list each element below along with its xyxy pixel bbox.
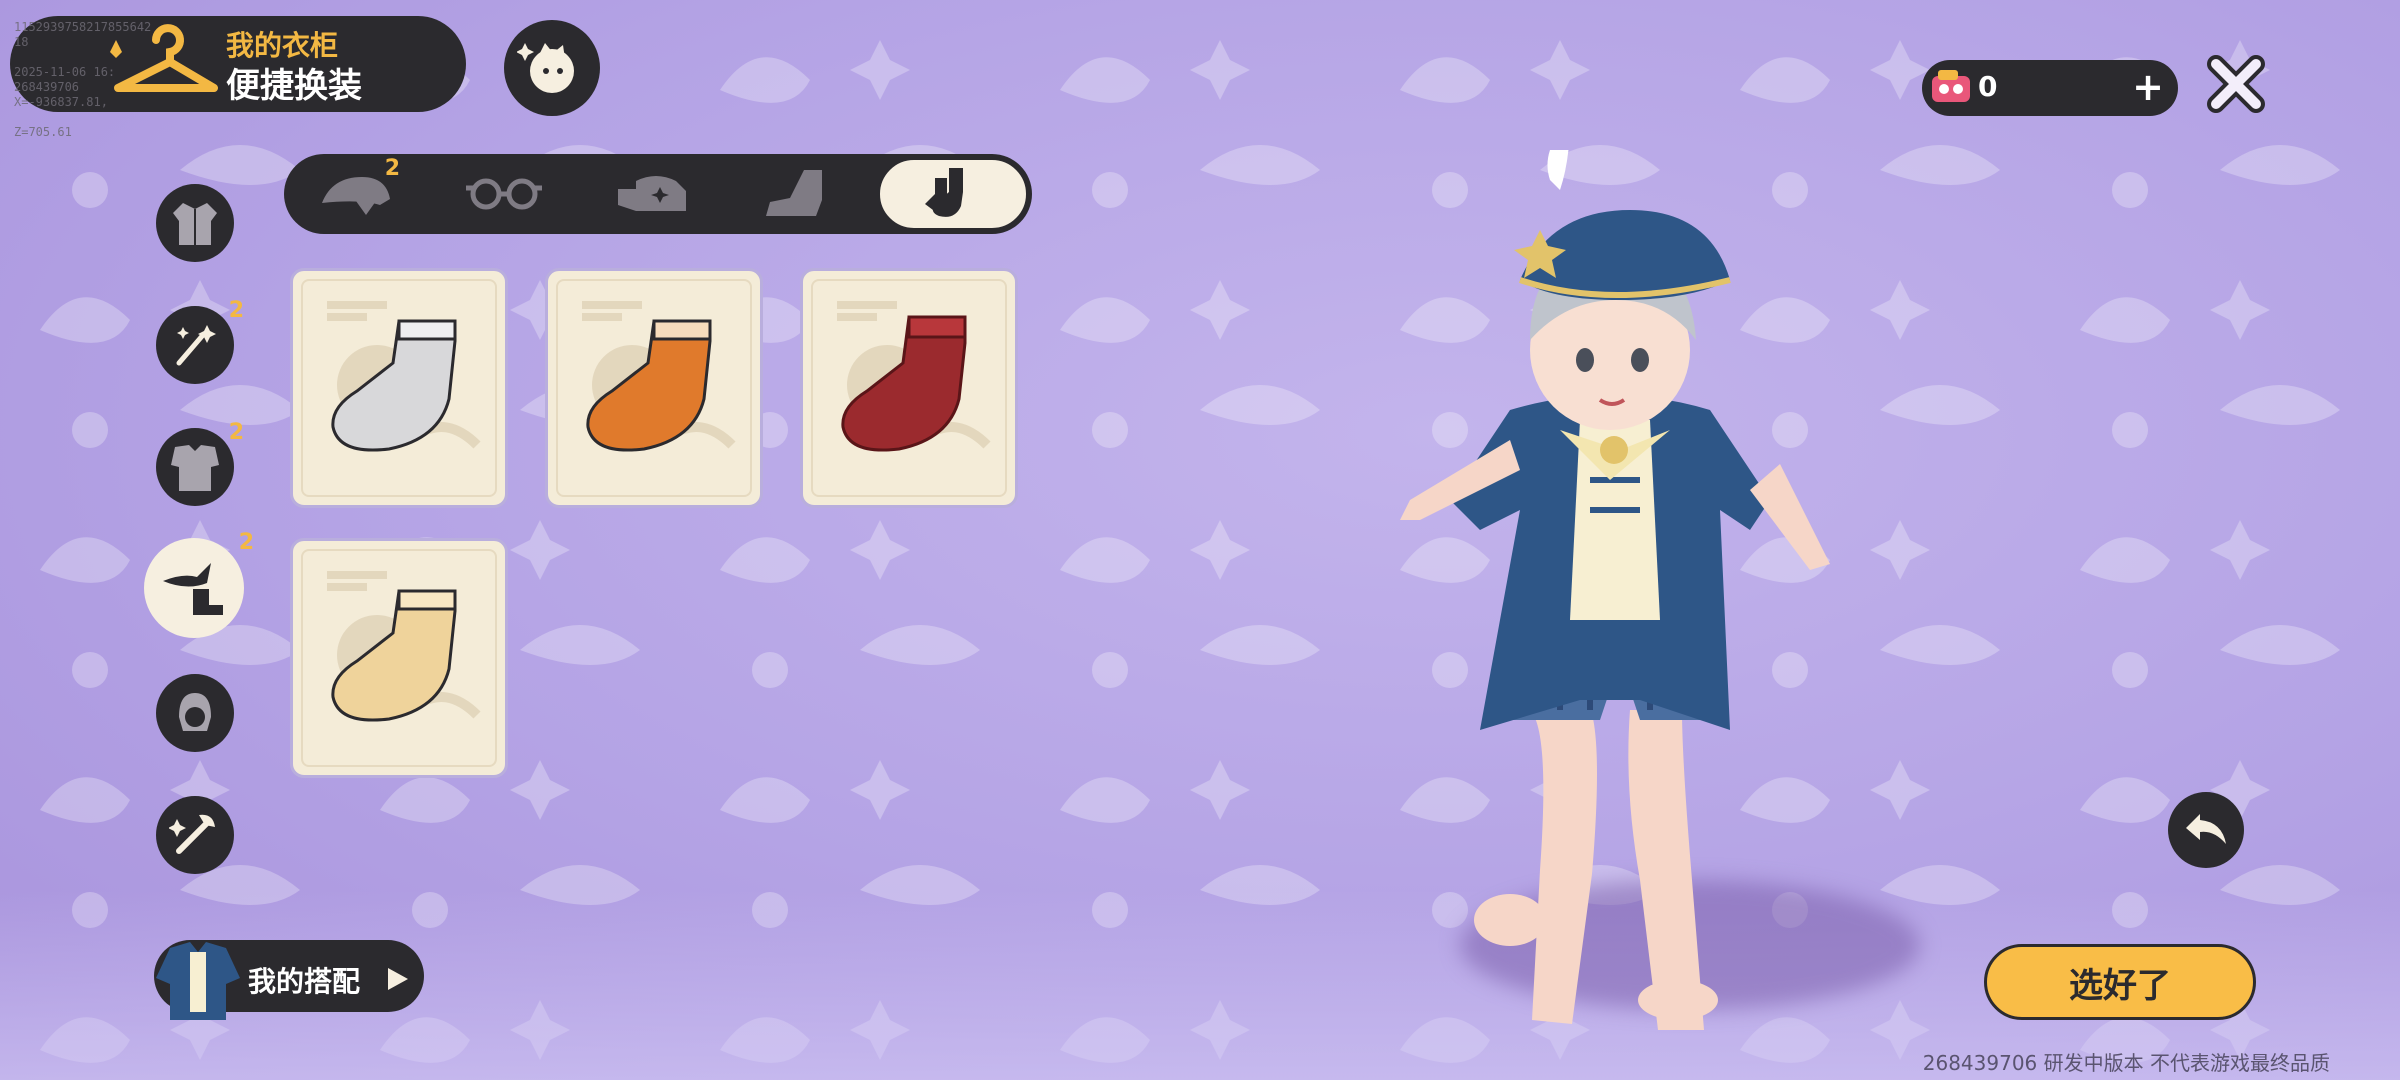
category-magic[interactable]: 2 — [156, 298, 244, 384]
cream-sock-icon — [331, 589, 457, 722]
tab-hat-badge: 2 — [384, 156, 400, 181]
tab-socks[interactable] — [878, 158, 1028, 230]
category-outfit-badge: 2 — [228, 420, 244, 445]
tab-shoes[interactable] — [728, 154, 872, 234]
tab-glasses[interactable] — [432, 154, 576, 234]
tab-hat[interactable]: 2 — [284, 154, 428, 234]
boot-icon — [766, 170, 822, 216]
wardrobe-title: 便捷换装 — [226, 66, 362, 106]
hanger-icon — [110, 24, 218, 92]
socks-icon — [925, 168, 963, 217]
character-silhouette-icon — [517, 43, 574, 93]
item-card-white-sock[interactable] — [290, 268, 508, 508]
play-arrow-icon — [388, 968, 408, 990]
glasses-icon — [466, 178, 542, 210]
hair-icon — [179, 693, 211, 731]
category-outfit[interactable]: 2 — [156, 420, 244, 506]
my-outfit-label: 我的搭配 — [248, 965, 361, 998]
profile-avatar-button[interactable] — [504, 20, 600, 116]
outfit-icon — [171, 445, 219, 491]
item-card-orange-sock[interactable] — [545, 268, 763, 508]
character-model — [1400, 150, 1830, 1030]
category-coat[interactable] — [156, 184, 234, 262]
glove-icon — [618, 176, 686, 211]
confirm-button[interactable]: 选好了 — [1984, 944, 2256, 1020]
red-sock-icon — [841, 315, 967, 452]
item-card-cream-sock[interactable] — [290, 538, 508, 778]
currency-value: 0 — [1978, 70, 1998, 103]
outfit-thumbnail-icon — [156, 942, 240, 1020]
hat-and-boot-icon — [163, 563, 223, 615]
undo-button[interactable] — [2168, 792, 2244, 868]
category-accessories[interactable]: 2 — [144, 530, 254, 638]
undo-arrow-icon — [2186, 814, 2226, 844]
category-tools[interactable] — [156, 796, 234, 874]
subcategory-tabs: 2 — [284, 154, 1032, 234]
magic-wand-icon — [176, 325, 216, 366]
category-accessories-badge: 2 — [238, 530, 254, 555]
ticket-currency-icon — [1932, 70, 1970, 102]
orange-sock-icon — [586, 319, 712, 452]
footer-version-notice: 268439706 研发中版本 不代表游戏最终品质 — [1922, 1051, 2330, 1075]
add-currency-button[interactable]: + — [2132, 64, 2164, 110]
close-icon[interactable] — [2204, 52, 2268, 116]
white-sock-icon — [331, 319, 457, 452]
coat-icon — [173, 203, 217, 245]
category-magic-badge: 2 — [228, 298, 244, 323]
currency-bar: 0 + — [1922, 60, 2178, 116]
item-card-red-sock[interactable] — [800, 268, 1018, 508]
category-hair[interactable] — [156, 674, 234, 752]
tools-icon — [169, 814, 215, 854]
tab-gloves[interactable] — [580, 154, 724, 234]
